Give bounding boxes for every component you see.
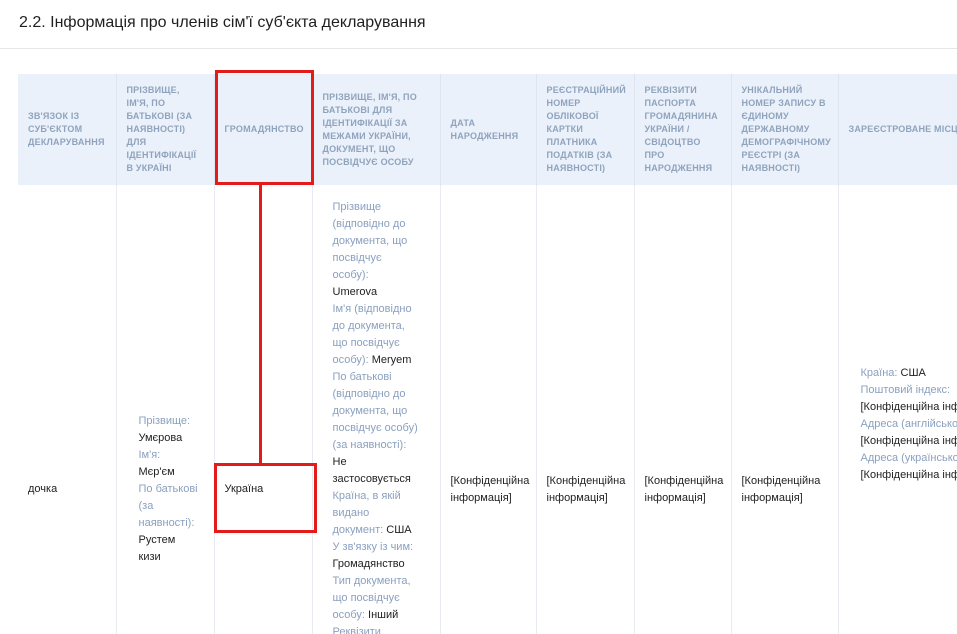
cell-passport: [Конфіденційна інформація] [634,185,731,634]
cell-name-foreign: Прізвище (відповідно до документа, що по… [312,185,440,634]
header-relation: Зв'язок із суб'єктом декларування [18,74,116,185]
cell-residence: Країна: США Поштовий індекс: [Конфіденці… [838,185,957,634]
doc-details-label: Реквізити [333,624,420,634]
address-en-label: Адреса (англійською): [861,416,957,433]
header-name-foreign: Прізвище, ім'я, по батькові для ідентифі… [312,74,440,185]
header-name-ua: Прізвище, ім'я, по батькові (за наявност… [116,74,214,185]
doc-country-value: США [386,524,411,536]
highlight-connector-line [259,185,262,466]
postal-label: Поштовий індекс: [861,382,957,399]
patronymic-value: Рустем кизи [139,532,199,566]
family-members-table-container[interactable]: Зв'язок із суб'єктом декларування Прізви… [18,74,957,634]
foreign-patronymic-label: По батькові (відповідно до документа, що… [333,369,420,454]
residence-country-label: Країна: [861,367,898,379]
cell-relation: дочка [18,185,116,634]
highlight-box-value [214,463,317,533]
table-header-row: Зв'язок із суб'єктом декларування Прізви… [18,74,957,185]
family-members-table: Зв'язок із суб'єктом декларування Прізви… [18,74,957,634]
cell-citizenship: Україна [214,185,312,634]
section-divider [0,48,957,49]
reason-label: У зв'язку із чим: [333,539,420,556]
header-passport: Реквізити паспорта громадянина України /… [634,74,731,185]
cell-name-ua: Прізвище: Умєрова Ім'я: Мєр'єм По батько… [116,185,214,634]
foreign-surname-label: Прізвище (відповідно до документа, що по… [333,201,408,281]
cell-registry-number: [Конфіденційна інформація] [731,185,838,634]
reason-value: Громадянство [333,556,420,573]
doc-type-value: Інший [368,609,398,621]
foreign-patronymic-value: Не застосовується [333,454,420,488]
cell-birth-date: [Конфіденційна інформація] [440,185,536,634]
address-ua-label: Адреса (українською): [861,450,957,467]
surname-value: Умєрова [139,430,208,447]
surname-label: Прізвище: [139,413,208,430]
foreign-surname-value: Umerova [333,284,420,301]
patronymic-label: По батькові (за наявності): [139,481,199,532]
header-tax-number: Реєстраційний номер облікової картки пла… [536,74,634,185]
address-ua-value: [Конфіденційна інформація] [861,467,957,484]
cell-tax-number: [Конфіденційна інформація] [536,185,634,634]
header-birth-date: Дата народження [440,74,536,185]
table-row: дочка Прізвище: Умєрова Ім'я: Мєр'єм По … [18,185,957,634]
header-residence: Зареєстроване місце проживання [838,74,957,185]
postal-value: [Конфіденційна інформація] [861,399,957,416]
header-registry-number: Унікальний номер запису в Єдиному держав… [731,74,838,185]
residence-country-value: США [901,367,926,379]
highlight-box-header [215,70,314,185]
address-en-value: [Конфіденційна інформація] [861,433,957,450]
section-title: 2.2. Інформація про членів сім'ї суб'єкт… [19,14,426,32]
first-name-value: Мєр'єм [139,464,208,481]
first-name-label: Ім'я: [139,447,208,464]
foreign-first-name-value: Meryem [372,354,412,366]
